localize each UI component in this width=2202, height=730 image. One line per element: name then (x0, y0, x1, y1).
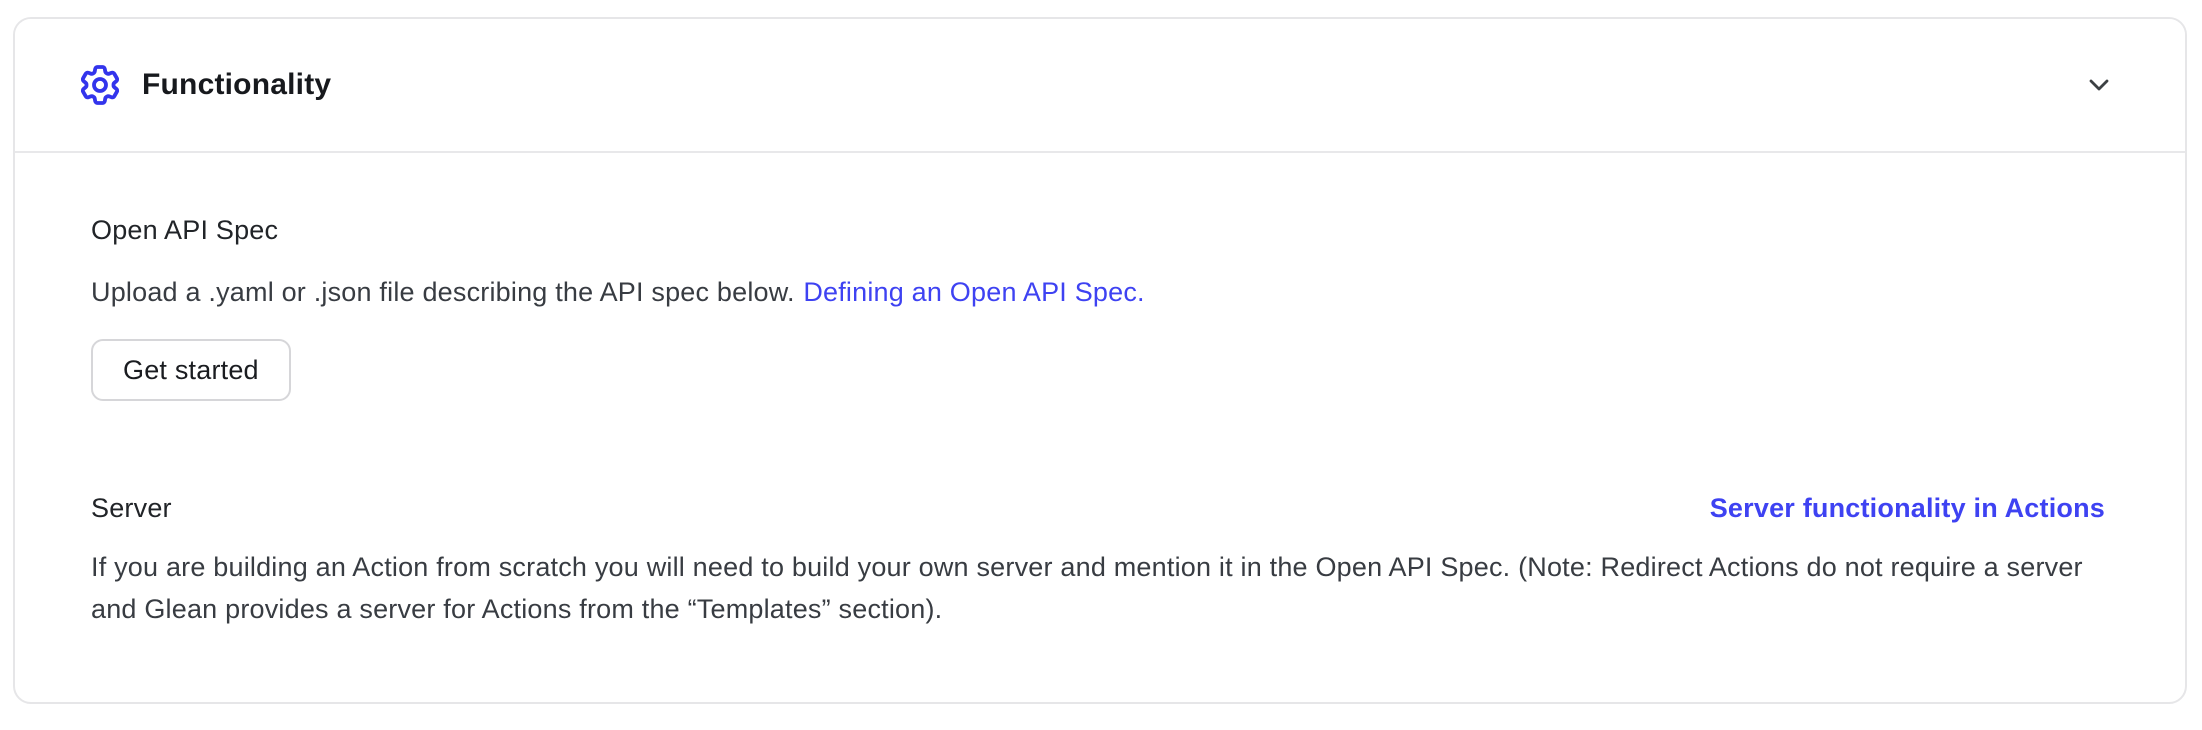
server-heading-row: Server Server functionality in Actions (91, 493, 2105, 524)
chevron-down-icon[interactable] (2083, 69, 2115, 101)
functionality-panel: Functionality Open API Spec Upload a .ya… (13, 17, 2187, 704)
section-server: Server Server functionality in Actions I… (91, 493, 2105, 630)
functionality-accordion-header[interactable]: Functionality (15, 19, 2185, 151)
server-heading: Server (91, 493, 172, 524)
get-started-button[interactable]: Get started (91, 339, 291, 401)
open-api-spec-description-text: Upload a .yaml or .json file describing … (91, 277, 795, 307)
gear-icon (76, 61, 124, 109)
open-api-spec-description: Upload a .yaml or .json file describing … (91, 271, 2105, 313)
open-api-spec-heading: Open API Spec (91, 215, 2105, 246)
panel-title: Functionality (142, 68, 331, 102)
defining-open-api-spec-link[interactable]: Defining an Open API Spec. (803, 277, 1144, 307)
section-open-api-spec: Open API Spec Upload a .yaml or .json fi… (91, 215, 2105, 401)
server-description: If you are building an Action from scrat… (91, 546, 2105, 630)
server-functionality-link[interactable]: Server functionality in Actions (1710, 493, 2105, 524)
panel-body: Open API Spec Upload a .yaml or .json fi… (15, 153, 2185, 630)
